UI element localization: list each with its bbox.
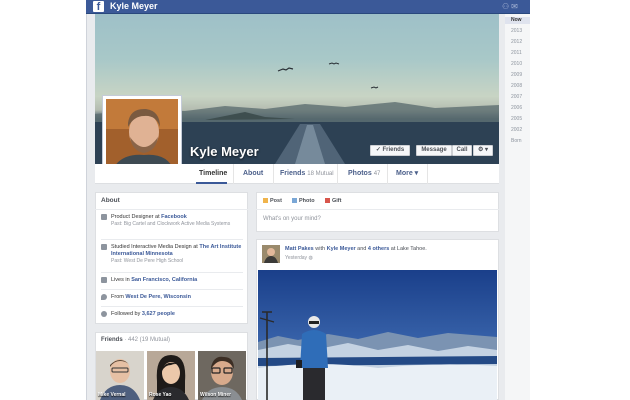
divider <box>256 209 499 210</box>
divider <box>101 289 243 290</box>
scrubber-year[interactable]: 2012 <box>505 39 530 46</box>
scrubber-year[interactable]: 2010 <box>505 61 530 68</box>
message-button[interactable]: Message <box>416 145 452 156</box>
friend-name: Rose Yao <box>149 392 172 398</box>
about-followers: Followed by 3,627 people <box>101 311 243 319</box>
scrubber-year[interactable]: 2009 <box>505 72 530 79</box>
tab-more[interactable]: More ▾ <box>388 164 428 184</box>
settings-gear-button[interactable]: ⚙ ▾ <box>473 145 493 156</box>
tab-friends-count: 18 Mutual <box>307 171 334 177</box>
messages-icon[interactable]: ✉ <box>511 2 520 11</box>
about-hometown: From West De Pere, Wisconsin <box>101 294 243 302</box>
story-timestamp: Yesterday ◍ <box>285 255 313 261</box>
scrubber-year[interactable]: 2005 <box>505 116 530 123</box>
story-photo[interactable] <box>258 270 497 400</box>
about-title[interactable]: About <box>95 192 248 210</box>
photo-icon <box>292 198 297 204</box>
tab-about[interactable]: About <box>234 164 274 184</box>
scrubber-year[interactable]: 2006 <box>505 105 530 112</box>
location-pin-icon <box>101 294 107 300</box>
scrubber-year[interactable]: 2011 <box>505 50 530 57</box>
tab-friends[interactable]: Friends 18 Mutual <box>274 164 338 184</box>
friend-name: Mike Vernal <box>98 392 126 398</box>
scrubber-year[interactable]: 2002 <box>505 127 530 134</box>
divider <box>101 306 243 307</box>
composer-tab-photo[interactable]: Photo <box>292 197 315 205</box>
top-bar-profile-name[interactable]: Kyle Meyer <box>110 0 158 13</box>
friends-count: · 442 (19 Mutual) <box>124 337 171 343</box>
friend-name: Wilson Miner <box>200 392 232 398</box>
friend-thumbnail[interactable]: Rose Yao <box>147 351 195 400</box>
about-lives: Lives in San Francisco, California <box>101 277 243 285</box>
composer-tab-gift[interactable]: Gift <box>325 197 341 205</box>
post-icon <box>263 198 268 204</box>
top-bar-icons: ⚇✉ <box>502 1 520 12</box>
profile-name: Kyle Meyer <box>190 144 259 159</box>
gift-icon <box>325 198 330 204</box>
briefcase-icon <box>101 214 107 220</box>
tab-photos[interactable]: Photos 47 <box>338 164 388 184</box>
story-others-link[interactable]: 4 others <box>368 246 389 252</box>
tab-photos-count: 47 <box>373 171 381 177</box>
about-work: Product Designer at Facebook Past: Big Ca… <box>101 214 243 236</box>
scrubber-year[interactable]: 2013 <box>505 28 530 35</box>
hometown-link[interactable]: West De Pere, Wisconsin <box>125 294 191 300</box>
current-city-link[interactable]: San Francisco, California <box>131 277 197 283</box>
facebook-logo-icon[interactable]: f <box>93 1 104 13</box>
tab-timeline[interactable]: Timeline <box>190 164 234 184</box>
composer-input[interactable]: What's on your mind? <box>263 214 321 224</box>
followers-link[interactable]: 3,627 people <box>142 311 175 317</box>
scrubber-year[interactable]: 2008 <box>505 83 530 90</box>
friends-button[interactable]: ✓ Friends <box>370 145 410 156</box>
graduation-cap-icon <box>101 244 107 250</box>
story-author-avatar[interactable] <box>262 245 280 263</box>
story-header: Matt Pakes with Kyle Meyer and 4 others … <box>285 246 427 252</box>
about-education: Studied Interactive Media Design at The … <box>101 244 243 268</box>
profile-picture[interactable] <box>102 95 182 175</box>
divider <box>101 272 243 273</box>
followers-icon <box>101 311 107 317</box>
employer-link[interactable]: Facebook <box>161 214 187 220</box>
friend-thumbnail[interactable]: Mike Vernal <box>96 351 144 400</box>
friend-requests-icon[interactable]: ⚇ <box>502 2 511 11</box>
divider <box>101 239 243 240</box>
composer-tab-post[interactable]: Post <box>263 197 282 205</box>
friends-title[interactable]: Friends · 442 (19 Mutual) <box>101 337 170 343</box>
house-icon <box>101 277 107 283</box>
call-button[interactable]: Call <box>452 145 472 156</box>
scrubber-year[interactable]: Born <box>505 138 530 145</box>
story-author-link[interactable]: Matt Pakes <box>285 246 314 252</box>
friend-thumbnail[interactable]: Wilson Miner <box>198 351 246 400</box>
story-tagged-link[interactable]: Kyle Meyer <box>327 246 356 252</box>
globe-icon: ◍ <box>308 255 313 261</box>
scrubber-year[interactable]: 2007 <box>505 94 530 101</box>
scrubber-year[interactable]: Now <box>505 17 530 24</box>
